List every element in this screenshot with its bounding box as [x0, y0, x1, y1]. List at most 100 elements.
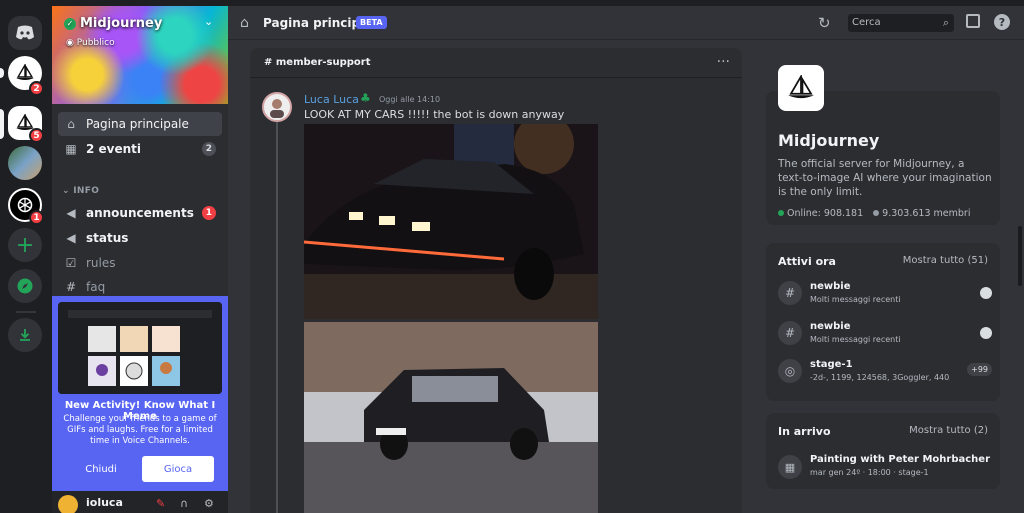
- active-now-show-all[interactable]: Mostra tutto (51): [903, 255, 988, 266]
- event-name[interactable]: Painting with Peter Mohrbacher: [810, 454, 990, 465]
- channel-home[interactable]: ⌂ Pagina principale: [58, 112, 222, 136]
- active-item[interactable]: # newbie Molti messaggi recenti: [778, 279, 992, 311]
- compass-icon: [17, 278, 33, 294]
- user-avatar-icon: [980, 287, 992, 299]
- channel-label: rules: [86, 256, 116, 270]
- about-server-name: Midjourney: [778, 131, 880, 150]
- feed-channel[interactable]: # member-support: [264, 57, 371, 68]
- server-logo: [778, 65, 824, 111]
- channel-label: 2 eventi: [86, 142, 142, 156]
- active-item-sub: -2d-, 1199, 124568, 3Goggler, 44034...: [810, 373, 950, 382]
- server-header[interactable]: ✓ Midjourney: [64, 16, 162, 31]
- highlight-feed-card: # member-support ··· Luca Luca ♣ Oggi al…: [250, 48, 742, 513]
- more-users-badge: +99: [967, 363, 992, 376]
- channel-label: Pagina principale: [86, 117, 189, 131]
- plus-icon: +: [15, 232, 35, 258]
- about-description: The official server for Midjourney, a te…: [778, 158, 992, 198]
- hash-icon: #: [65, 280, 77, 294]
- message-timestamp: Oggi alle 14:10: [379, 95, 441, 104]
- megaphone-icon: ◀: [66, 231, 76, 245]
- hash-icon: #: [778, 321, 802, 345]
- gear-icon[interactable]: ⚙: [204, 497, 214, 510]
- discord-home-button[interactable]: [8, 16, 42, 50]
- megaphone-icon: ◀: [66, 206, 76, 220]
- meme-grid-image: [58, 302, 222, 394]
- about-card: Midjourney The official server for Midjo…: [766, 65, 1000, 225]
- channel-sidebar: ✓ Midjourney ⌄ ◉ Pubblico ⌂ Pagina princ…: [52, 6, 228, 513]
- promo-text: Challenge your friends to a game of GIFs…: [63, 414, 217, 446]
- thread-line: [276, 114, 278, 513]
- car-image-1[interactable]: [304, 124, 598, 319]
- message-text: LOOK AT MY CARS !!!!! the bot is down an…: [304, 108, 565, 121]
- selected-pill: [0, 109, 4, 139]
- upcoming-title: In arrivo: [778, 425, 831, 438]
- calendar-icon: ▦: [65, 142, 77, 156]
- calendar-icon: ▦: [778, 455, 802, 479]
- active-item[interactable]: # newbie Molti messaggi recenti: [778, 319, 992, 351]
- chevron-down-icon[interactable]: ⌄: [204, 15, 213, 28]
- active-item[interactable]: ◎ stage-1 -2d-, 1199, 124568, 3Goggler, …: [778, 357, 992, 389]
- hash-icon: #: [778, 281, 802, 305]
- help-icon[interactable]: ?: [994, 14, 1010, 30]
- more-options-icon[interactable]: ···: [717, 54, 730, 70]
- server-visibility: ◉ Pubblico: [66, 38, 115, 48]
- car-image-2[interactable]: [304, 322, 598, 513]
- upcoming-show-all[interactable]: Mostra tutto (2): [909, 425, 988, 436]
- channel-announcements[interactable]: ◀ announcements 1: [58, 201, 222, 225]
- stage-icon: ◎: [778, 359, 802, 383]
- channel-rules[interactable]: ☑ rules: [58, 251, 222, 275]
- active-item-sub: Molti messaggi recenti: [810, 295, 901, 304]
- mention-badge: 1: [29, 210, 44, 225]
- headphones-icon[interactable]: ∩: [180, 497, 188, 510]
- feed-channel-name: member-support: [275, 57, 371, 68]
- checkbox-icon: ☑: [65, 256, 77, 270]
- channel-label: announcements: [86, 206, 194, 220]
- member-count: 9.303.613 membri: [873, 208, 970, 219]
- refresh-icon[interactable]: ↻: [818, 14, 831, 32]
- promo-dismiss-button[interactable]: Chiudi: [66, 456, 136, 482]
- unread-pill: [0, 68, 4, 78]
- avatar-image: [270, 99, 284, 118]
- car-photo-road: [304, 322, 598, 513]
- active-now-title: Attivi ora: [778, 255, 836, 268]
- car-photo-night: [304, 124, 598, 319]
- inbox-icon[interactable]: [966, 14, 980, 28]
- globe-icon: ◉: [66, 38, 74, 48]
- rail-separator: [16, 311, 36, 313]
- category-label: INFO: [73, 186, 100, 196]
- sailboat-icon: [788, 75, 814, 99]
- mute-mic-icon[interactable]: ✎: [156, 497, 165, 510]
- channel-label: faq: [86, 280, 106, 294]
- explore-servers-button[interactable]: [8, 269, 42, 303]
- visibility-label: Pubblico: [76, 38, 115, 48]
- active-item-name: stage-1: [810, 359, 853, 370]
- avatar[interactable]: [58, 495, 78, 513]
- scrollbar[interactable]: [1018, 226, 1022, 286]
- user-panel: ioluca ✎ ∩ ⚙: [52, 491, 228, 513]
- server-rail: 2 5 1 +: [0, 6, 52, 513]
- channel-status[interactable]: ◀ status: [58, 226, 222, 250]
- online-dot-icon: [778, 210, 784, 216]
- message-author[interactable]: Luca Luca: [304, 93, 359, 106]
- server-image-avatar[interactable]: [8, 146, 42, 180]
- upcoming-card: In arrivo Mostra tutto (2) ▦ Painting wi…: [766, 413, 1000, 489]
- message-avatar[interactable]: [262, 92, 292, 122]
- member-dot-icon: [873, 210, 880, 216]
- download-apps-button[interactable]: [8, 318, 42, 352]
- mention-badge: 2: [29, 81, 44, 96]
- top-header: ⌂ Pagina principale BETA ↻ Cerca ⌕ ?: [228, 6, 1024, 40]
- category-info[interactable]: ⌄ INFO: [62, 186, 99, 196]
- home-icon: ⌂: [240, 15, 249, 31]
- promo-play-button[interactable]: Gioca: [142, 456, 214, 482]
- unread-badge: 1: [201, 206, 216, 220]
- add-server-button[interactable]: +: [8, 228, 42, 262]
- about-stats: Online: 908.181 9.303.613 membri: [778, 208, 970, 219]
- channel-events[interactable]: ▦ 2 eventi 2: [58, 137, 222, 161]
- role-icon: ♣: [360, 91, 371, 105]
- search-icon: ⌕: [942, 16, 949, 29]
- member-text: 9.303.613 membri: [882, 208, 971, 219]
- active-item-sub: Molti messaggi recenti: [810, 335, 901, 344]
- activity-promo: New Activity! Know What I Meme Challenge…: [52, 296, 228, 491]
- discord-icon: [16, 25, 34, 40]
- search-input[interactable]: Cerca ⌕: [848, 14, 954, 32]
